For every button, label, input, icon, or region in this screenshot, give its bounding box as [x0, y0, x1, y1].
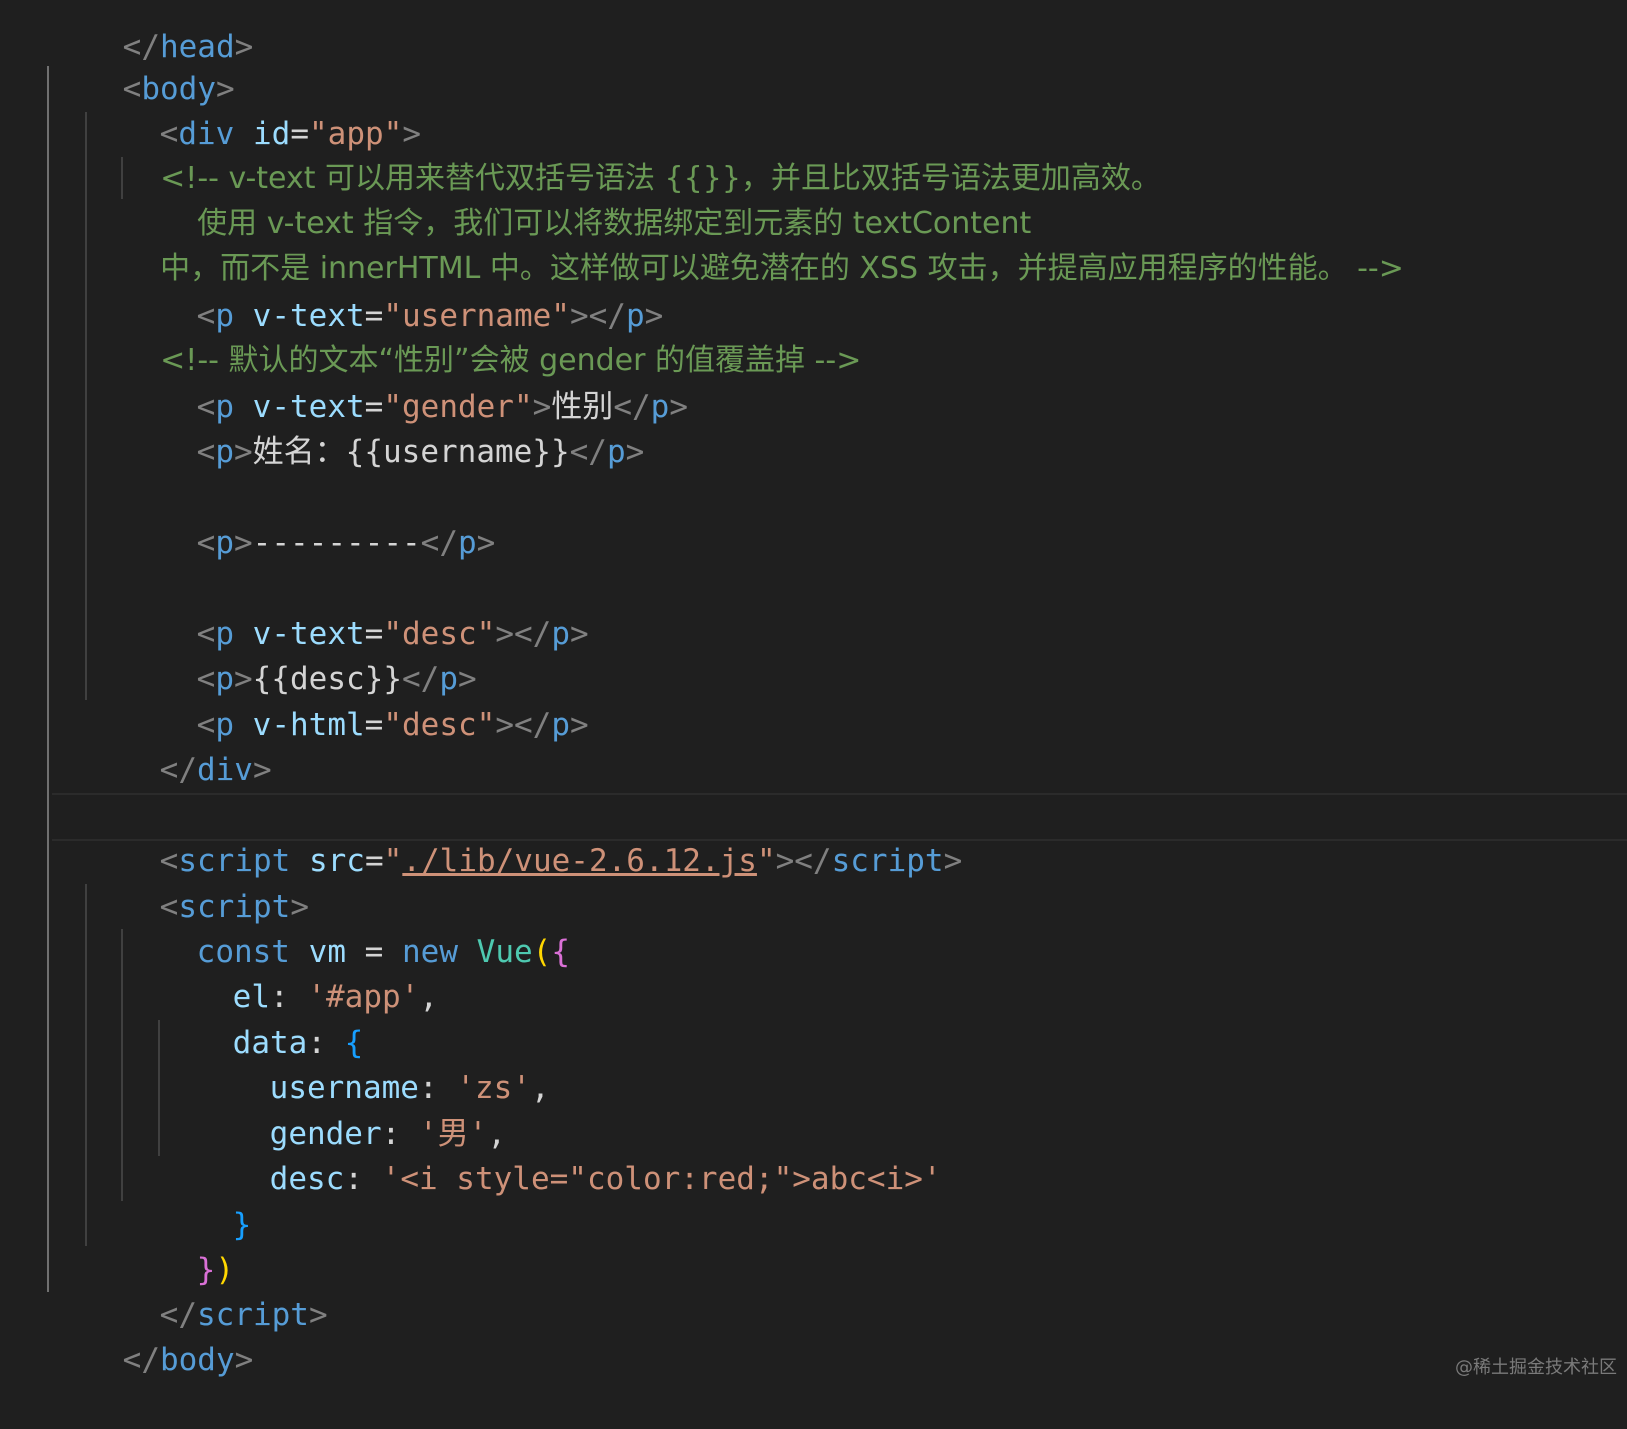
- token-string: "desc": [383, 707, 496, 743]
- token-tag: div: [196, 752, 253, 788]
- code-line-p-name[interactable]: <p>姓名：{{username}}</p>: [122, 383, 645, 470]
- code-line-p-divider[interactable]: <p>---------</p>: [122, 474, 496, 561]
- token-punctuation: >: [569, 616, 589, 652]
- code-line-script-src[interactable]: <script src="./lib/vue-2.6.12.js"></scri…: [85, 792, 963, 879]
- token-string: '<i style="color:red;">abc<i>': [381, 1161, 942, 1197]
- token-attribute: src: [308, 843, 365, 879]
- token-equals: =: [364, 843, 384, 879]
- code-line-body-open[interactable]: <body>: [48, 20, 235, 107]
- token-brace: {: [551, 934, 571, 970]
- code-line-vue-close[interactable]: }): [122, 1201, 234, 1288]
- code-line-comment-4[interactable]: <!-- 默认的文本“性别”会被 gender 的值覆盖掉 -->: [122, 292, 861, 378]
- token-punctuation: </: [122, 1342, 160, 1378]
- token-comma: ,: [530, 1070, 550, 1106]
- token-tag: p: [215, 525, 234, 561]
- script-src-link[interactable]: ./lib/vue-2.6.12.js: [402, 843, 757, 879]
- token-punctuation: ></: [775, 843, 832, 879]
- code-line-p-vtext-desc[interactable]: <p v-text="desc"></p>: [122, 565, 589, 652]
- token-punctuation: </: [420, 525, 458, 561]
- token-comma: ,: [419, 979, 438, 1015]
- token-punctuation: >: [234, 434, 253, 470]
- token-tag: p: [457, 525, 477, 561]
- token-punctuation: ></: [495, 616, 552, 652]
- code-line-username[interactable]: username: 'zs',: [195, 1019, 550, 1106]
- token-punctuation: >: [569, 707, 589, 743]
- token-punctuation: ></: [495, 707, 552, 743]
- token-tag: p: [650, 389, 670, 425]
- token-colon: :: [344, 1161, 363, 1197]
- code-line-desc[interactable]: desc: '<i style="color:red;">abc<i>': [195, 1110, 942, 1197]
- token-punctuation: >: [669, 389, 688, 425]
- token-brace: }: [232, 1207, 252, 1243]
- token-tag: p: [551, 707, 570, 743]
- code-line-comment-1[interactable]: <!-- v-text 可以用来替代双括号语法 {{}}，并且比双括号语法更加高…: [122, 110, 1161, 196]
- token-string: ": [383, 843, 403, 879]
- token-punctuation: </: [569, 434, 607, 470]
- code-line-el[interactable]: el: '#app',: [158, 928, 438, 1015]
- code-line-gender[interactable]: gender: '男',: [195, 1065, 506, 1152]
- code-editor[interactable]: </head> <body> <div id="app"> <!-- v-tex…: [0, 0, 1627, 1387]
- token-punctuation: >: [234, 525, 253, 561]
- indent-guide-body: [47, 66, 49, 1292]
- token-tag: p: [551, 616, 570, 652]
- code-line-div-open[interactable]: <div id="app">: [85, 65, 421, 152]
- code-line-const-vm[interactable]: const vm = new Vue({: [122, 883, 570, 970]
- token-tag: script: [831, 843, 944, 879]
- token-tag: p: [606, 434, 626, 470]
- token-text: 姓名：{{username}}: [252, 434, 570, 470]
- code-line-body-close[interactable]: </body>: [48, 1291, 254, 1378]
- code-line-p-vhtml-desc[interactable]: <p v-html="desc"></p>: [122, 656, 589, 743]
- token-punctuation: >: [234, 1342, 254, 1378]
- token-tag: p: [215, 434, 234, 470]
- code-line-data[interactable]: data: {: [158, 974, 364, 1061]
- token-property: desc: [269, 1161, 345, 1197]
- code-line-script-close[interactable]: </script>: [85, 1246, 328, 1333]
- token-paren: (: [532, 934, 552, 970]
- token-punctuation: >: [252, 752, 272, 788]
- token-text: ---------: [252, 525, 421, 561]
- code-line-div-close[interactable]: </div>: [85, 701, 272, 788]
- token-tag: body: [159, 1342, 235, 1378]
- code-line-p-mustache-desc[interactable]: <p>{{desc}}</p>: [122, 610, 477, 697]
- token-punctuation: >: [625, 434, 645, 470]
- code-line-p-username[interactable]: <p v-text="username"></p>: [122, 247, 664, 334]
- watermark: @稀土掘金技术社区: [1455, 1357, 1617, 1378]
- token-punctuation: <: [196, 434, 216, 470]
- token-string: ": [756, 843, 776, 879]
- code-line-p-gender[interactable]: <p v-text="gender">性别</p>: [122, 338, 688, 425]
- code-line-script-open[interactable]: <script>: [85, 838, 309, 925]
- token-punctuation: >: [308, 1297, 328, 1333]
- token-punctuation: </: [159, 752, 197, 788]
- code-line-comment-3[interactable]: 中，而不是 innerHTML 中。这样做可以避免潜在的 XSS 攻击，并提高应…: [122, 200, 1404, 286]
- token-punctuation: <: [196, 525, 216, 561]
- token-punctuation: >: [476, 525, 496, 561]
- token-punctuation: >: [943, 843, 963, 879]
- code-line-comment-2[interactable]: 使用 v-text 指令，我们可以将数据绑定到元素的 textContent: [159, 155, 1031, 241]
- token-equals: =: [364, 707, 384, 743]
- token-class: Vue: [476, 934, 533, 970]
- token-punctuation: >: [234, 29, 254, 65]
- code-line-data-close[interactable]: }: [158, 1156, 252, 1243]
